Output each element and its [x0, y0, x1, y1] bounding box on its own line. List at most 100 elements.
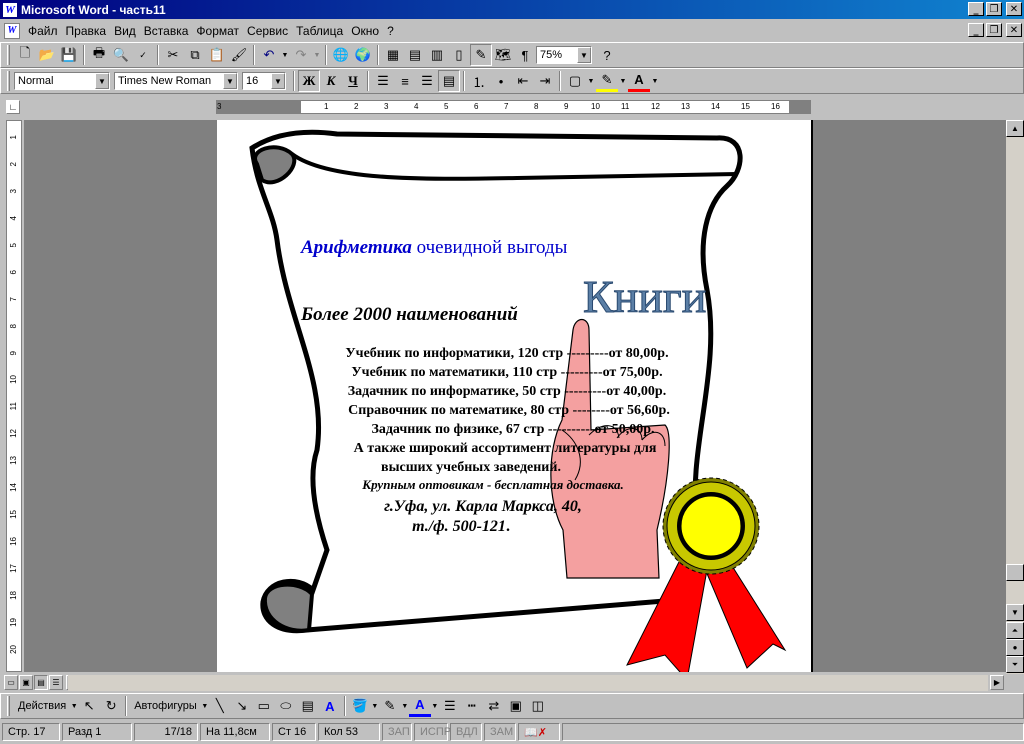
columns-icon[interactable]: ▯ — [448, 44, 470, 66]
print-icon[interactable]: 🖶 — [88, 44, 110, 66]
decrease-indent-icon[interactable]: ⇤ — [512, 70, 534, 92]
menu-help[interactable]: ? — [383, 22, 398, 40]
chevron-down-icon[interactable]: ▼ — [70, 695, 78, 717]
chevron-down-icon[interactable]: ▼ — [650, 70, 660, 92]
menu-window[interactable]: Окно — [347, 22, 383, 40]
italic-button[interactable]: К — [320, 70, 342, 92]
font-color-icon[interactable]: A — [628, 70, 650, 92]
status-overtype[interactable]: ЗАМ — [484, 723, 516, 741]
doc-restore-button[interactable]: ❐ — [986, 23, 1002, 37]
justify-icon[interactable]: ▤ — [438, 70, 460, 92]
status-extend[interactable]: ВДЛ — [450, 723, 482, 741]
copy-icon[interactable]: ⧉ — [184, 44, 206, 66]
restore-button[interactable]: ❐ — [986, 2, 1002, 16]
vertical-scrollbar[interactable]: ▲ ▼ ⏶ ● ⏷ — [1006, 120, 1024, 674]
format-painter-icon[interactable]: 🖌 — [228, 44, 250, 66]
normal-view-icon[interactable]: ▭ — [4, 675, 18, 690]
undo-dropdown-icon[interactable]: ▼ — [280, 44, 290, 66]
spelling-status-icon[interactable]: 📖✗ — [518, 723, 560, 741]
text-box-icon[interactable]: ▤ — [297, 695, 319, 717]
bullets-icon[interactable]: • — [490, 70, 512, 92]
document-map-icon[interactable]: 🗺 — [492, 44, 514, 66]
chevron-down-icon[interactable]: ▼ — [371, 695, 379, 717]
align-left-icon[interactable]: ☰ — [372, 70, 394, 92]
free-rotate-icon[interactable]: ↻ — [100, 695, 122, 717]
previous-page-icon[interactable]: ⏶ — [1006, 622, 1024, 639]
insert-table-icon[interactable]: ▤ — [404, 44, 426, 66]
paste-icon[interactable]: 📋 — [206, 44, 228, 66]
arrow-style-icon[interactable]: ⇄ — [483, 695, 505, 717]
cut-icon[interactable]: ✂ — [162, 44, 184, 66]
wordart-icon[interactable]: A — [319, 695, 341, 717]
menu-insert[interactable]: Вставка — [140, 22, 193, 40]
web-toolbar-icon[interactable]: 🌍 — [352, 44, 374, 66]
style-select[interactable]: Normal ▼ — [14, 72, 110, 90]
chevron-down-icon[interactable]: ▼ — [586, 70, 596, 92]
line-style-icon[interactable]: ☰ — [439, 695, 461, 717]
chevron-down-icon[interactable]: ▼ — [431, 695, 439, 717]
document-area[interactable]: Арифметика очевидной выгоды Книги Более … — [24, 120, 1006, 672]
menu-edit[interactable]: Правка — [62, 22, 111, 40]
page-view-icon[interactable]: ▤ — [34, 675, 48, 690]
chevron-down-icon[interactable]: ▼ — [271, 73, 285, 89]
line-color-icon[interactable]: ✎ — [379, 695, 401, 717]
new-document-icon[interactable]: 🗋 — [14, 44, 36, 66]
undo-icon[interactable]: ↶ — [258, 44, 280, 66]
scroll-up-icon[interactable]: ▲ — [1006, 120, 1024, 137]
menu-view[interactable]: Вид — [110, 22, 140, 40]
chevron-down-icon[interactable]: ▼ — [95, 73, 109, 89]
line-icon[interactable]: ╲ — [209, 695, 231, 717]
scroll-down-icon[interactable]: ▼ — [1006, 604, 1024, 621]
word-app-icon[interactable]: W — [3, 2, 17, 17]
borders-icon[interactable]: ▢ — [564, 70, 586, 92]
actions-menu[interactable]: Действия — [14, 700, 70, 712]
outline-view-icon[interactable]: ☰ — [49, 675, 63, 690]
status-rec[interactable]: ЗАП — [382, 723, 412, 741]
fill-color-icon[interactable]: 🪣 — [349, 695, 371, 717]
office-assistant-icon[interactable]: ? — [596, 44, 618, 66]
doc-minimize-button[interactable]: _ — [968, 23, 984, 37]
bold-button[interactable]: Ж — [298, 70, 320, 92]
drawing-icon[interactable]: ✎ — [470, 44, 492, 66]
underline-button[interactable]: Ч — [342, 70, 364, 92]
menu-file[interactable]: Файл — [24, 22, 62, 40]
doc-close-button[interactable]: ✕ — [1006, 23, 1022, 37]
print-preview-icon[interactable]: 🔍 — [110, 44, 132, 66]
arrow-icon[interactable]: ↘ — [231, 695, 253, 717]
select-objects-icon[interactable]: ↖ — [78, 695, 100, 717]
chevron-down-icon[interactable]: ▼ — [223, 73, 237, 89]
chevron-down-icon[interactable]: ▼ — [201, 695, 209, 717]
chevron-down-icon[interactable]: ▼ — [401, 695, 409, 717]
align-center-icon[interactable]: ≡ — [394, 70, 416, 92]
oval-icon[interactable]: ⬭ — [275, 695, 297, 717]
spelling-icon[interactable]: ✓ — [132, 44, 154, 66]
horizontal-scrollbar[interactable] — [68, 675, 988, 691]
dash-style-icon[interactable]: ┅ — [461, 695, 483, 717]
3d-icon[interactable]: ◫ — [527, 695, 549, 717]
next-page-icon[interactable]: ⏷ — [1006, 656, 1024, 673]
font-color-icon[interactable]: A — [408, 695, 431, 717]
menu-tools[interactable]: Сервис — [243, 22, 292, 40]
tables-borders-icon[interactable]: ▦ — [382, 44, 404, 66]
chevron-down-icon[interactable]: ▼ — [618, 70, 628, 92]
tab-selector-icon[interactable]: ∟ — [6, 100, 20, 114]
rectangle-icon[interactable]: ▭ — [253, 695, 275, 717]
minimize-button[interactable]: _ — [968, 2, 984, 16]
redo-dropdown-icon[interactable]: ▼ — [312, 44, 322, 66]
menu-table[interactable]: Таблица — [292, 22, 347, 40]
chevron-down-icon[interactable]: ▼ — [577, 47, 591, 63]
scroll-thumb[interactable] — [1006, 564, 1024, 581]
open-folder-icon[interactable]: 📂 — [36, 44, 58, 66]
document-icon[interactable]: W — [4, 22, 20, 39]
align-right-icon[interactable]: ☰ — [416, 70, 438, 92]
page[interactable]: Арифметика очевидной выгоды Книги Более … — [217, 120, 813, 672]
save-icon[interactable]: 💾 — [58, 44, 80, 66]
highlight-icon[interactable]: ✎ — [596, 70, 618, 92]
font-select[interactable]: Times New Roman ▼ — [114, 72, 238, 90]
numbering-icon[interactable]: ⒈ — [468, 70, 490, 92]
show-hide-icon[interactable]: ¶ — [514, 44, 536, 66]
increase-indent-icon[interactable]: ⇥ — [534, 70, 556, 92]
shadow-icon[interactable]: ▣ — [505, 695, 527, 717]
ruler-strip[interactable]: 3 1 2 3 4 5 6 7 8 9 10 11 12 13 14 15 16 — [216, 100, 811, 114]
autoshapes-menu[interactable]: Автофигуры — [130, 700, 201, 712]
